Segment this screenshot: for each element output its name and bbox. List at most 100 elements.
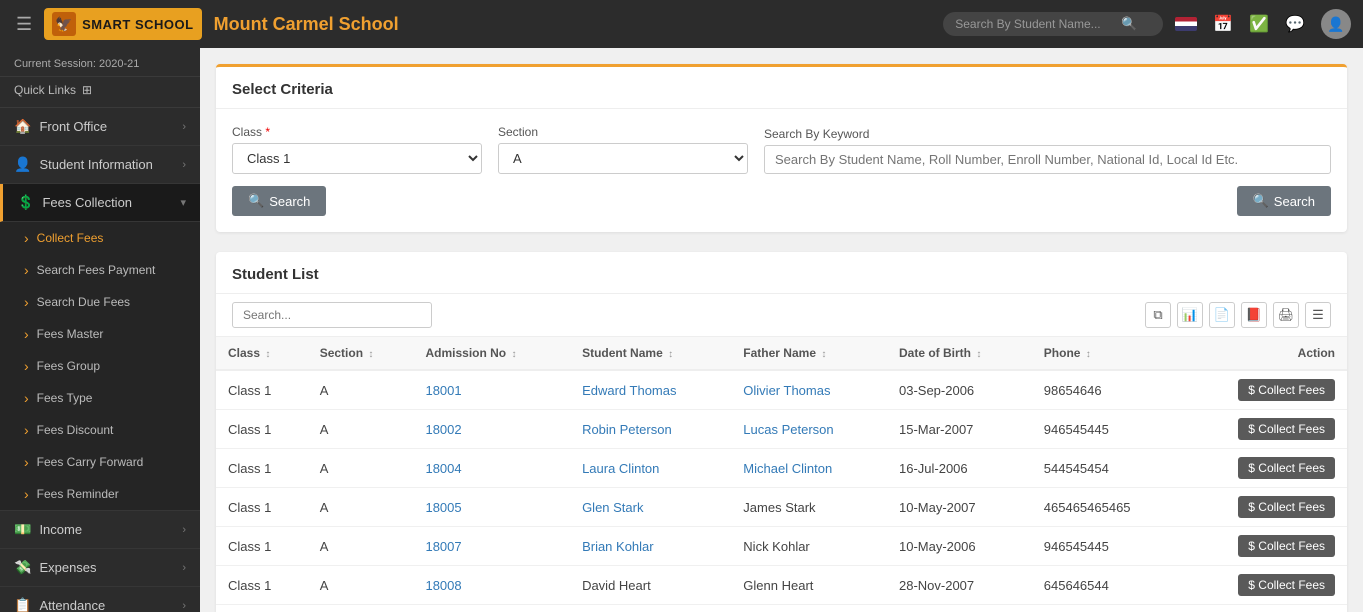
search-button-left[interactable]: 🔍 Search [232, 186, 326, 216]
session-info: Current Session: 2020-21 [0, 48, 200, 77]
collect-fees-button[interactable]: $ Collect Fees [1238, 457, 1335, 479]
sidebar-sub-item-fees-group[interactable]: Fees Group [0, 350, 200, 382]
school-name: Mount Carmel School [214, 14, 932, 35]
search-fees-payment-label: Search Fees Payment [37, 263, 156, 277]
sidebar-sub-item-fees-master[interactable]: Fees Master [0, 318, 200, 350]
cell-adm-no[interactable]: 18008 [413, 566, 570, 605]
cell-dob: 15-Mar-2007 [887, 410, 1032, 449]
sidebar-sub-item-search-due-fees[interactable]: Search Due Fees [0, 286, 200, 318]
fees-carry-forward-label: Fees Carry Forward [37, 455, 144, 469]
cell-student-name[interactable]: Edward Thomas [570, 370, 731, 410]
cell-phone: 544545454 [1032, 449, 1183, 488]
sidebar-item-attendance[interactable]: 📋 Attendance › [0, 587, 200, 612]
sidebar-item-income[interactable]: 💵 Income › [0, 511, 200, 549]
cell-section: A [308, 527, 414, 566]
cell-student-name[interactable]: Laura Clinton [570, 449, 731, 488]
cell-father-name[interactable]: Lucas Peterson [731, 410, 887, 449]
sidebar-sub-item-fees-carry-forward[interactable]: Fees Carry Forward [0, 446, 200, 478]
calendar-icon[interactable]: 📅 [1213, 14, 1233, 34]
cell-section: A [308, 488, 414, 527]
sidebar-sub-item-fees-discount[interactable]: Fees Discount [0, 414, 200, 446]
cell-adm-no[interactable]: 18004 [413, 449, 570, 488]
sidebar-sub-item-collect-fees[interactable]: Collect Fees [0, 222, 200, 254]
quick-links[interactable]: Quick Links ⊞ [0, 77, 200, 108]
flag-icon[interactable] [1175, 17, 1197, 31]
copy-action-icon[interactable]: ⧉ [1145, 302, 1171, 328]
cell-phone: 98654646 [1032, 370, 1183, 410]
section-form-group: Section A B C D [498, 125, 748, 174]
collect-fees-button[interactable]: $ Collect Fees [1238, 535, 1335, 557]
session-label: Current Session: 2020-21 [14, 58, 139, 70]
pdf-action-icon[interactable]: 📕 [1241, 302, 1267, 328]
section-select[interactable]: A B C D [498, 143, 748, 174]
search-left-icon: 🔍 [248, 193, 264, 209]
table-row: Class 1 A 18007 Brian Kohlar Nick Kohlar… [216, 527, 1347, 566]
cell-father-name: Nick Kohlar [731, 527, 887, 566]
sidebar-item-expenses[interactable]: 💸 Expenses › [0, 549, 200, 587]
sidebar: Current Session: 2020-21 Quick Links ⊞ 🏠… [0, 48, 200, 612]
table-search-input[interactable] [232, 302, 432, 328]
nav-search-input[interactable] [955, 17, 1115, 31]
student-table-body: Class 1 A 18001 Edward Thomas Olivier Th… [216, 370, 1347, 612]
required-asterisk: * [265, 125, 270, 139]
check-icon[interactable]: ✅ [1249, 14, 1269, 34]
collect-fees-button[interactable]: $ Collect Fees [1238, 418, 1335, 440]
collect-fees-button[interactable]: $ Collect Fees [1238, 574, 1335, 596]
cell-father-name[interactable]: Olivier Thomas [731, 370, 887, 410]
class-select[interactable]: Class 1 Class 2 Class 3 Class 4 Class 5 [232, 143, 482, 174]
print-action-icon[interactable]: 🖨 [1273, 302, 1299, 328]
sidebar-item-front-office[interactable]: 🏠 Front Office › [0, 108, 200, 146]
cell-section: A [308, 449, 414, 488]
sidebar-sub-item-fees-type[interactable]: Fees Type [0, 382, 200, 414]
sidebar-sub-item-search-fees-payment[interactable]: Search Fees Payment [0, 254, 200, 286]
front-office-icon: 🏠 [14, 118, 31, 135]
table-search [232, 302, 432, 328]
logo-icon: 🦅 [52, 12, 76, 36]
fees-type-label: Fees Type [37, 391, 93, 405]
student-table: Class ↕ Section ↕ Admission No ↕ Student… [216, 337, 1347, 612]
collect-fees-button[interactable]: $ Collect Fees [1238, 379, 1335, 401]
cell-action: $ Collect Fees [1183, 566, 1347, 605]
attendance-icon: 📋 [14, 597, 31, 612]
cell-dob: 26-Jun-2010 [887, 605, 1032, 612]
cell-adm-no[interactable]: 18007 [413, 527, 570, 566]
student-list-header: Student List [216, 252, 1347, 294]
columns-action-icon[interactable]: ☰ [1305, 302, 1331, 328]
sidebar-sub-item-fees-reminder[interactable]: Fees Reminder [0, 478, 200, 510]
cell-phone: 645646544 [1032, 566, 1183, 605]
sidebar-item-student-information[interactable]: 👤 Student Information › [0, 146, 200, 184]
cell-class: Class 1 [216, 449, 308, 488]
cell-class: Class 1 [216, 605, 308, 612]
cell-student-name[interactable]: Benjamin Gates [570, 605, 731, 612]
cell-adm-no[interactable]: 18013 [413, 605, 570, 612]
cell-father-name[interactable]: Nathan Gates [731, 605, 887, 612]
nav-search-box[interactable]: 🔍 [943, 12, 1163, 36]
section-label: Section [498, 125, 748, 139]
keyword-input[interactable] [764, 145, 1331, 174]
chevron-right-icon: › [182, 121, 186, 133]
cell-student-name[interactable]: Glen Stark [570, 488, 731, 527]
search-button-right[interactable]: 🔍 Search [1237, 186, 1331, 216]
cell-student-name[interactable]: Brian Kohlar [570, 527, 731, 566]
cell-father-name[interactable]: Michael Clinton [731, 449, 887, 488]
whatsapp-icon[interactable]: 💬 [1285, 14, 1305, 34]
cell-student-name[interactable]: Robin Peterson [570, 410, 731, 449]
cell-phone: 946545445 [1032, 527, 1183, 566]
excel-action-icon[interactable]: 📊 [1177, 302, 1203, 328]
cell-action: $ Collect Fees [1183, 410, 1347, 449]
avatar[interactable]: 👤 [1321, 9, 1351, 39]
cell-adm-no[interactable]: 18001 [413, 370, 570, 410]
col-dob: Date of Birth ↕ [887, 337, 1032, 370]
hamburger-icon[interactable]: ☰ [16, 14, 32, 35]
chevron-right-icon-5: › [182, 600, 186, 612]
csv-action-icon[interactable]: 📄 [1209, 302, 1235, 328]
sidebar-item-fees-collection[interactable]: 💲 Fees Collection ▾ [0, 184, 200, 222]
logo: 🦅 SMART SCHOOL [44, 8, 201, 40]
cell-adm-no[interactable]: 18002 [413, 410, 570, 449]
col-section: Section ↕ [308, 337, 414, 370]
grid-icon: ⊞ [82, 83, 92, 97]
keyword-form-group: Search By Keyword [764, 127, 1331, 174]
collect-fees-button[interactable]: $ Collect Fees [1238, 496, 1335, 518]
sidebar-label-expenses: Expenses [39, 560, 96, 575]
cell-adm-no[interactable]: 18005 [413, 488, 570, 527]
